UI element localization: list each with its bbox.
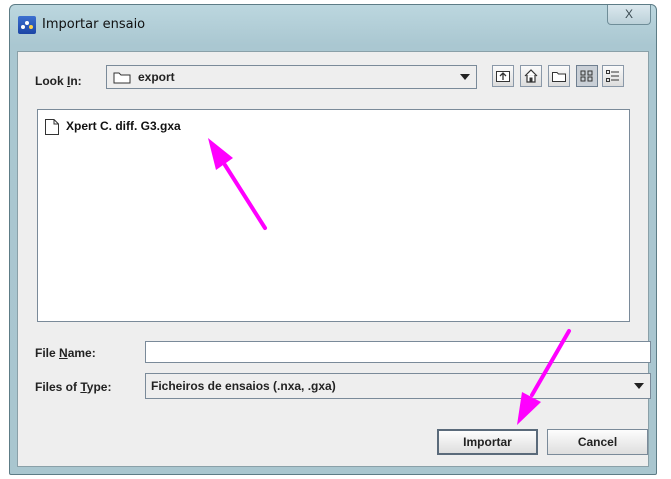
folder-icon: [113, 72, 131, 84]
new-folder-button[interactable]: [548, 65, 570, 87]
details-view-button[interactable]: [602, 65, 624, 87]
import-dialog-window: Importar ensaio X Look In: export Xpert …: [9, 4, 657, 475]
window-title: Importar ensaio: [42, 17, 146, 32]
home-icon: [524, 69, 538, 83]
look-in-select[interactable]: export: [106, 65, 477, 89]
file-type-value: Ficheiros de ensaios (.nxa, .gxa): [151, 379, 336, 393]
list-view-icon: [580, 70, 593, 82]
import-button[interactable]: Importar: [437, 429, 538, 455]
file-name-text: Xpert C. diff. G3.gxa: [66, 119, 181, 133]
file-list[interactable]: Xpert C. diff. G3.gxa: [37, 109, 630, 322]
home-button[interactable]: [520, 65, 542, 87]
up-one-level-button[interactable]: [492, 65, 514, 87]
up-one-level-icon: [496, 71, 510, 82]
look-in-label: Look In:: [35, 74, 82, 88]
list-view-button[interactable]: [576, 65, 598, 87]
title-bar[interactable]: Importar ensaio X: [10, 5, 656, 45]
new-folder-icon: [552, 72, 566, 82]
details-view-icon: [606, 70, 619, 82]
chevron-down-icon: [634, 383, 644, 389]
file-icon: [45, 119, 59, 135]
look-in-value: export: [138, 70, 175, 84]
cancel-button[interactable]: Cancel: [547, 429, 648, 455]
file-name-input[interactable]: [145, 341, 651, 363]
close-button[interactable]: X: [607, 5, 651, 25]
file-type-label: Files of Type:: [35, 380, 112, 394]
app-icon: [18, 16, 36, 34]
chevron-down-icon: [460, 74, 470, 80]
close-icon: X: [624, 7, 633, 21]
file-name-label: File Name:: [35, 346, 96, 360]
file-type-select[interactable]: Ficheiros de ensaios (.nxa, .gxa): [145, 373, 651, 399]
file-chooser-panel: Look In: export Xpert C. diff. G3.gxa Fi…: [17, 51, 651, 467]
